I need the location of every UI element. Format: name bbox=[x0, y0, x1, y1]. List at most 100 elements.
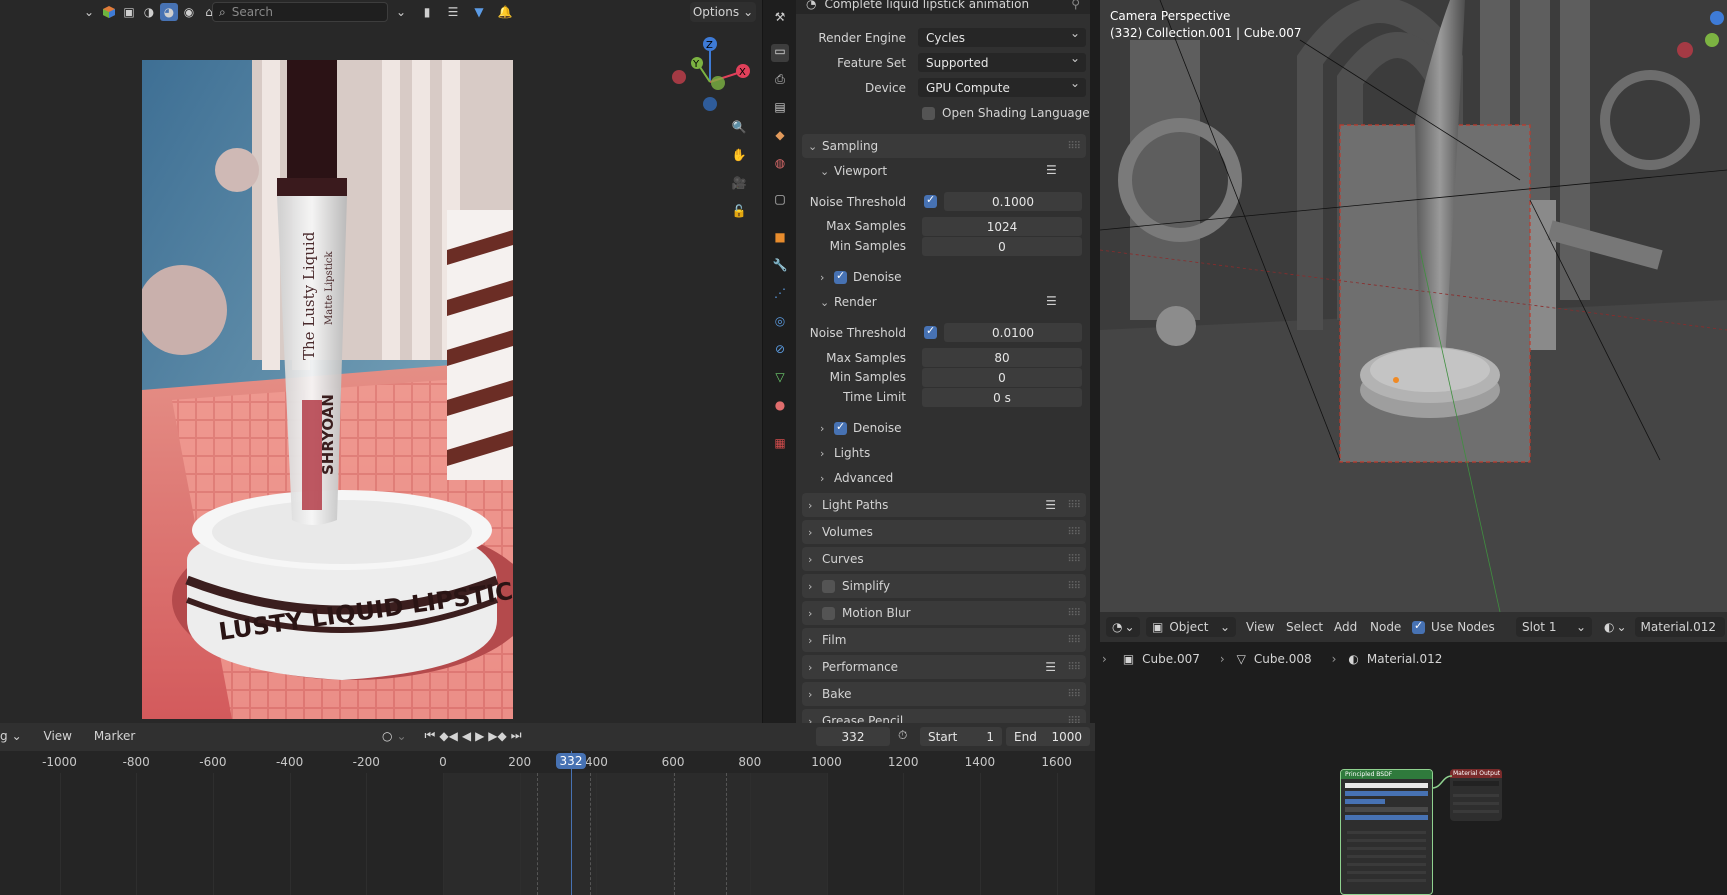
r-noise-threshold-checkbox[interactable] bbox=[924, 324, 937, 339]
editor-type-button[interactable]: ◔ ⌄ bbox=[1106, 617, 1140, 637]
notification-bell-icon[interactable]: 🔔 bbox=[496, 3, 514, 21]
drag-grip-icon[interactable]: ⠿⠿ bbox=[1067, 554, 1081, 565]
prev-keyframe-icon[interactable]: ◆◀ bbox=[439, 729, 457, 743]
device-dropdown[interactable]: GPU Compute bbox=[918, 76, 1086, 97]
slot-dropdown[interactable]: Slot 1 ⌄ bbox=[1516, 617, 1592, 637]
breadcrumb-object[interactable]: Cube.007 bbox=[1142, 652, 1200, 666]
object-icon[interactable]: ■ bbox=[771, 230, 789, 248]
r-noise-threshold-field[interactable]: 0.0100 bbox=[944, 323, 1082, 342]
pin-icon[interactable]: ⚲ bbox=[1071, 0, 1080, 11]
vp-min-samples-field[interactable]: 0 bbox=[922, 237, 1082, 256]
texture-icon[interactable]: ▦ bbox=[771, 436, 789, 454]
timeline-area[interactable]: -1000 -800 -600 -400 -200 0 200 400 600 800 1000 12… bbox=[0, 751, 1095, 895]
rendered-icon[interactable]: ◉ bbox=[180, 3, 198, 21]
material-output-node[interactable]: Material Output bbox=[1450, 769, 1502, 821]
subpanel-advanced[interactable]: › Advanced bbox=[820, 471, 893, 485]
presets-list-icon[interactable]: ☰ bbox=[1046, 163, 1057, 177]
view-layer-icon[interactable]: ▤ bbox=[771, 100, 789, 118]
solid-shading-icon[interactable]: ◑ bbox=[140, 3, 158, 21]
subpanel-vp-denoise[interactable]: › Denoise bbox=[820, 269, 902, 285]
drag-grip-icon[interactable]: ⠿⠿ bbox=[1067, 716, 1081, 724]
modifier-wrench-icon[interactable]: 🔧 bbox=[771, 258, 789, 276]
material-selector[interactable]: ◐ ⌄ Material.012 bbox=[1604, 617, 1725, 637]
vp-max-samples-field[interactable]: 1024 bbox=[922, 217, 1082, 236]
subpanel-viewport[interactable]: ⌄ Viewport bbox=[820, 164, 887, 178]
navigation-gizmo[interactable]: Z X Y bbox=[665, 34, 755, 114]
render-properties-icon[interactable]: ▭ bbox=[771, 44, 789, 62]
jump-end-icon[interactable]: ⏭ bbox=[511, 728, 522, 743]
layout-icon[interactable]: ☰ bbox=[444, 3, 462, 21]
use-nodes-checkbox[interactable] bbox=[1412, 619, 1425, 634]
r-time-limit-field[interactable]: 0 s bbox=[922, 388, 1082, 407]
play-icon[interactable]: ▶ bbox=[475, 729, 484, 743]
subpanel-render[interactable]: ⌄ Render bbox=[820, 295, 877, 309]
output-properties-icon[interactable]: ⎙ bbox=[771, 72, 789, 90]
lock-icon[interactable]: 🔓 bbox=[730, 202, 748, 220]
panel-performance[interactable]: › Performance ☰ ⠿⠿ bbox=[802, 655, 1086, 679]
gizmo-icon[interactable] bbox=[100, 3, 118, 21]
pan-hand-icon[interactable]: ✋ bbox=[730, 146, 748, 164]
osl-checkbox[interactable] bbox=[922, 107, 935, 120]
drag-grip-icon[interactable]: ⠿⠿ bbox=[1067, 662, 1081, 673]
bookmark-icon[interactable]: ▮ bbox=[418, 3, 436, 21]
chevron-down-icon[interactable]: ⌄ bbox=[80, 3, 98, 21]
world-icon[interactable]: ◍ bbox=[771, 156, 789, 174]
simplify-checkbox[interactable] bbox=[822, 579, 835, 593]
zoom-icon[interactable]: 🔍 bbox=[730, 118, 748, 136]
end-frame-field[interactable]: End 1000 bbox=[1006, 727, 1090, 746]
breadcrumb-mesh[interactable]: Cube.008 bbox=[1254, 652, 1312, 666]
presets-list-icon[interactable]: ☰ bbox=[1045, 498, 1056, 512]
play-reverse-icon[interactable]: ◀ bbox=[462, 729, 471, 743]
wireframe-icon[interactable]: ▣ bbox=[120, 3, 138, 21]
presets-list-icon[interactable]: ☰ bbox=[1045, 660, 1056, 674]
menu-select[interactable]: Select bbox=[1286, 617, 1323, 637]
next-keyframe-icon[interactable]: ▶◆ bbox=[488, 729, 506, 743]
search-input[interactable]: ⌕ Search bbox=[212, 2, 388, 22]
principled-bsdf-node[interactable]: Principled BSDF bbox=[1340, 769, 1433, 895]
drag-grip-icon[interactable]: ⠿⠿ bbox=[1067, 608, 1081, 619]
dropdown-chevron-icon[interactable]: ⌄ bbox=[392, 3, 410, 21]
panel-film[interactable]: › Film ⠿⠿ bbox=[802, 628, 1086, 652]
drag-grip-icon[interactable]: ⠿⠿ bbox=[1067, 527, 1081, 538]
playhead-frame-badge[interactable]: 332 bbox=[556, 753, 586, 769]
vp-denoise-checkbox[interactable] bbox=[834, 269, 847, 284]
vp-noise-threshold-checkbox[interactable] bbox=[924, 193, 937, 208]
scene-icon[interactable]: ◆ bbox=[771, 128, 789, 146]
panel-curves[interactable]: › Curves ⠿⠿ bbox=[802, 547, 1086, 571]
panel-bake[interactable]: › Bake ⠿⠿ bbox=[802, 682, 1086, 706]
menu-view[interactable]: View bbox=[1246, 617, 1274, 637]
menu-marker[interactable]: Marker bbox=[94, 729, 135, 743]
drag-grip-icon[interactable]: ⠿⠿ bbox=[1067, 581, 1081, 592]
render-engine-dropdown[interactable]: Cycles bbox=[918, 26, 1086, 47]
feature-set-dropdown[interactable]: Supported bbox=[918, 51, 1086, 72]
panel-motion-blur[interactable]: › Motion Blur ⠿⠿ bbox=[802, 601, 1086, 625]
drag-grip-icon[interactable]: ⠿⠿ bbox=[1067, 635, 1081, 646]
particles-icon[interactable]: ⋰ bbox=[771, 286, 789, 304]
collection-icon[interactable]: ▢ bbox=[771, 192, 789, 210]
panel-light-paths[interactable]: › Light Paths ☰ ⠿⠿ bbox=[802, 493, 1086, 517]
object-mode-dropdown[interactable]: ▣ Object ⌄ bbox=[1146, 617, 1236, 637]
subpanel-r-denoise[interactable]: › Denoise bbox=[820, 420, 902, 436]
start-frame-field[interactable]: Start 1 bbox=[920, 727, 1002, 746]
drag-grip-icon[interactable]: ⠿⠿ bbox=[1067, 500, 1081, 511]
filter-icon[interactable]: ▼ bbox=[470, 3, 488, 21]
keying-circle-icon[interactable]: ○ bbox=[382, 729, 392, 743]
physics-icon[interactable]: ◎ bbox=[771, 314, 789, 332]
panel-simplify[interactable]: › Simplify ⠿⠿ bbox=[802, 574, 1086, 598]
constraints-icon[interactable]: ⊘ bbox=[771, 342, 789, 360]
3d-viewport[interactable] bbox=[1100, 0, 1727, 612]
breadcrumb-material[interactable]: Material.012 bbox=[1367, 652, 1442, 666]
drag-grip-icon[interactable]: ⠿⠿ bbox=[1067, 689, 1081, 700]
r-max-samples-field[interactable]: 80 bbox=[922, 348, 1082, 367]
menu-add[interactable]: Add bbox=[1334, 617, 1357, 637]
r-min-samples-field[interactable]: 0 bbox=[922, 368, 1082, 387]
menu-view[interactable]: View bbox=[44, 729, 72, 743]
motion-blur-checkbox[interactable] bbox=[822, 606, 835, 620]
camera-icon[interactable]: 🎥 bbox=[730, 174, 748, 192]
use-nodes-toggle[interactable]: Use Nodes bbox=[1412, 617, 1495, 637]
menu-playback[interactable]: g bbox=[0, 729, 8, 743]
jump-start-icon[interactable]: ⏮ bbox=[425, 728, 436, 743]
drag-grip-icon[interactable]: ⠿⠿ bbox=[1067, 141, 1081, 152]
material-icon[interactable]: ● bbox=[771, 398, 789, 416]
menu-node[interactable]: Node bbox=[1370, 617, 1401, 637]
